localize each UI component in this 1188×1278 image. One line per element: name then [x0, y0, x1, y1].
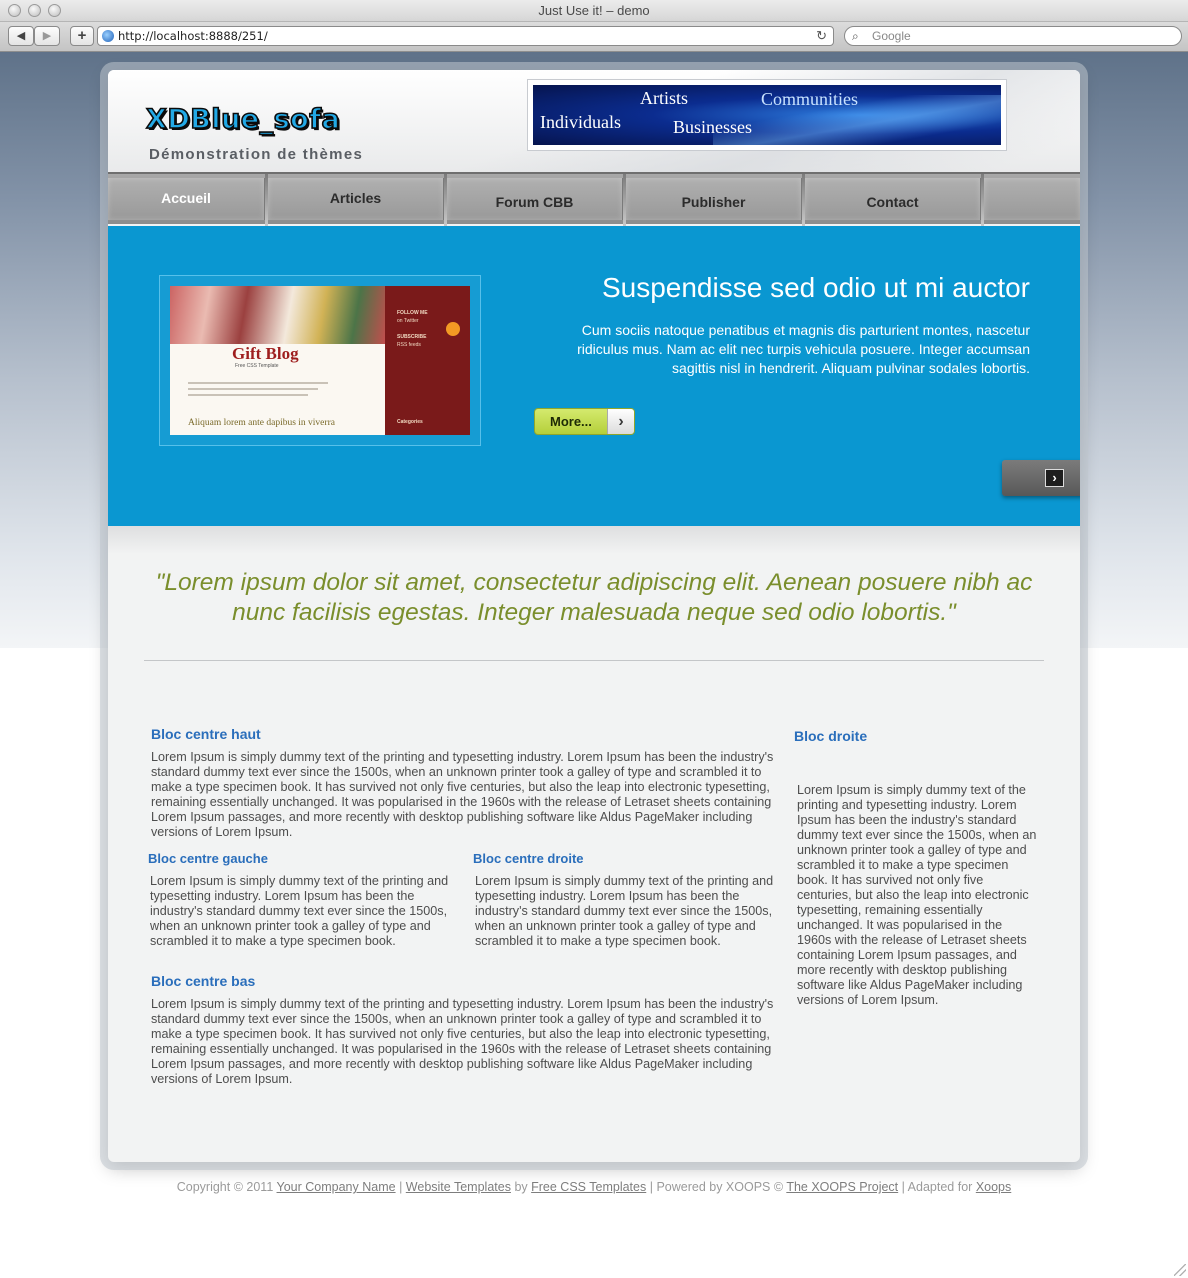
search-input[interactable]: ⌕ Google: [844, 26, 1182, 46]
menu-item-accueil[interactable]: Accueil: [108, 178, 265, 220]
add-bookmark-button[interactable]: +: [70, 26, 94, 46]
slider-next-button[interactable]: ›: [1002, 460, 1080, 496]
globe-icon: [102, 30, 114, 42]
main-menu: Accueil Articles Forum CBB Publisher Con…: [108, 172, 1080, 226]
thumbnail-categories: Categories: [397, 419, 423, 425]
featured-title: Suspendisse sed odio ut mi auctor: [601, 272, 1030, 303]
bloc-centre-haut-text: Lorem Ipsum is simply dummy text of the …: [151, 750, 774, 839]
reload-icon[interactable]: ↻: [816, 27, 827, 45]
more-button-label: More...: [550, 414, 592, 429]
thumbnail-sidebar: FOLLOW ME on Twitter SUBSCRIBE RSS feeds…: [385, 286, 470, 435]
banner-word: Communities: [761, 89, 859, 109]
footer-free-css-link[interactable]: Free CSS Templates: [531, 1180, 646, 1194]
site-container: XDBlue_sofa Démonstration de thèmes Arti…: [108, 70, 1080, 1162]
address-bar[interactable]: http://localhost:8888/251/ ↻: [97, 26, 834, 46]
forward-button[interactable]: ▶: [34, 26, 60, 46]
bloc-centre-bas-title: Bloc centre bas: [151, 973, 256, 989]
back-arrow-icon: ◀: [16, 30, 26, 42]
banner-word: Individuals: [540, 112, 621, 132]
window-resize-grip[interactable]: [1174, 1264, 1186, 1276]
site-header: XDBlue_sofa Démonstration de thèmes Arti…: [108, 70, 1080, 172]
bloc-centre-droite-title: Bloc centre droite: [473, 851, 584, 866]
chevron-right-icon: ›: [607, 409, 634, 434]
thumbnail-subscribe: SUBSCRIBE: [397, 334, 427, 340]
slider-bottom-strip: [108, 526, 1080, 554]
thumbnail-subtitle: Free CSS Template: [235, 363, 279, 369]
featured-text: Cum sociis natoque penatibus et magnis d…: [577, 322, 1030, 376]
featured-thumbnail: FOLLOW ME on Twitter SUBSCRIBE RSS feeds…: [170, 286, 470, 435]
site-slogan: Démonstration de thèmes: [149, 146, 364, 163]
search-placeholder: Google: [872, 29, 911, 43]
plus-icon: +: [77, 27, 87, 44]
more-button[interactable]: More... ›: [534, 408, 635, 435]
footer-adapted: | Adapted for: [901, 1180, 973, 1194]
menu-item-forum[interactable]: Forum CBB: [447, 178, 623, 220]
bloc-centre-haut-title: Bloc centre haut: [151, 726, 261, 742]
thumbnail-twitter: on Twitter: [397, 318, 419, 324]
footer-xoops-link[interactable]: Xoops: [976, 1180, 1011, 1194]
footer-powered: | Powered by XOOPS ©: [649, 1180, 784, 1194]
menu-item-publisher[interactable]: Publisher: [626, 178, 802, 220]
thumbnail-header-image: [170, 286, 385, 344]
menu-item-contact[interactable]: Contact: [805, 178, 981, 220]
forward-arrow-icon: ▶: [42, 30, 52, 42]
thumbnail-rss: RSS feeds: [397, 342, 421, 348]
thumbnail-text-line: [188, 388, 318, 390]
next-arrow-icon: ›: [1045, 469, 1064, 487]
banner-light-streak: [713, 95, 1001, 145]
site-footer: Copyright © 2011 Your Company Name | Web…: [0, 1180, 1188, 1194]
rss-icon: [446, 322, 460, 336]
thumbnail-post-title: Aliquam lorem ante dapibus in viverra: [188, 418, 335, 428]
header-banner[interactable]: Artists Communities Individuals Business…: [528, 80, 1006, 150]
url-text: http://localhost:8888/251/: [118, 29, 268, 43]
bloc-centre-droite-text: Lorem Ipsum is simply dummy text of the …: [475, 874, 774, 948]
footer-copyright: Copyright © 2011: [176, 1180, 274, 1194]
back-button[interactable]: ◀: [8, 26, 34, 46]
bloc-centre-bas-text: Lorem Ipsum is simply dummy text of the …: [151, 997, 774, 1086]
browser-toolbar: ◀ ▶ + http://localhost:8888/251/ ↻ ⌕ Goo…: [0, 22, 1188, 52]
thumbnail-text-line: [188, 394, 308, 396]
featured-thumbnail-frame[interactable]: FOLLOW ME on Twitter SUBSCRIBE RSS feeds…: [159, 275, 481, 446]
bloc-centre-gauche-text: Lorem Ipsum is simply dummy text of the …: [150, 874, 449, 948]
footer-company-link[interactable]: Your Company Name: [277, 1180, 396, 1194]
thumbnail-text-line: [188, 382, 328, 384]
menu-item-articles[interactable]: Articles: [268, 178, 444, 220]
bloc-droite-text: Lorem Ipsum is simply dummy text of the …: [797, 783, 1037, 1007]
search-icon: ⌕: [852, 29, 859, 43]
menu-item-empty: [984, 178, 1080, 220]
bloc-centre-gauche-title: Bloc centre gauche: [148, 851, 268, 866]
footer-by: by: [514, 1180, 528, 1194]
featured-slider: FOLLOW ME on Twitter SUBSCRIBE RSS feeds…: [108, 226, 1080, 526]
footer-separator: |: [399, 1180, 403, 1194]
divider: [144, 660, 1044, 661]
bloc-droite-title: Bloc droite: [794, 728, 868, 744]
window-title: Just Use it! – demo: [538, 3, 650, 18]
footer-website-templates-link[interactable]: Website Templates: [406, 1180, 511, 1194]
banner-word: Businesses: [673, 117, 753, 137]
banner-word: Artists: [640, 88, 689, 108]
thumbnail-follow: FOLLOW ME: [397, 310, 428, 316]
browser-titlebar: Just Use it! – demo: [0, 0, 1188, 22]
site-logo[interactable]: XDBlue_sofa: [145, 103, 340, 136]
featured-quote: "Lorem ipsum dolor sit amet, consectetur…: [155, 569, 1033, 626]
thumbnail-title: Gift Blog: [232, 344, 299, 363]
footer-xoops-project-link[interactable]: The XOOPS Project: [786, 1180, 898, 1194]
